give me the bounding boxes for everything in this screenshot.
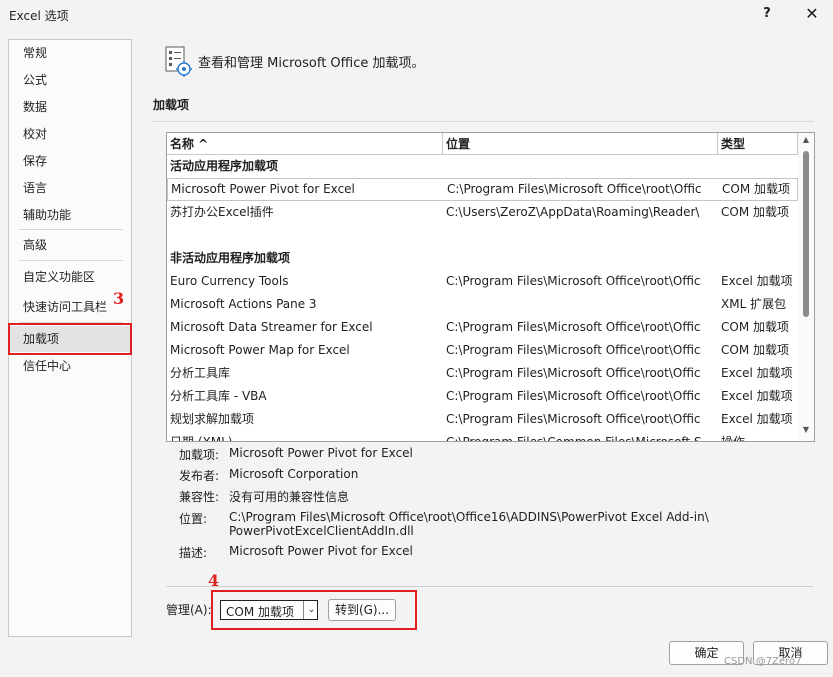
- detail-addin-value: Microsoft Power Pivot for Excel: [229, 446, 413, 460]
- detail-location-value-line2: PowerPivotExcelClientAddIn.dll: [229, 524, 414, 538]
- detail-publisher-value: Microsoft Corporation: [229, 467, 359, 481]
- detail-addin-label: 加载项:: [179, 448, 220, 462]
- close-button[interactable]: ✕: [798, 3, 826, 25]
- chevron-down-icon[interactable]: ⌄: [303, 601, 319, 619]
- cell-name: Microsoft Power Map for Excel: [170, 343, 350, 357]
- addin-list[interactable]: 名称 ^ 位置 类型 活动应用程序加载项 Microsoft Power Piv…: [166, 132, 815, 442]
- detail-compat-value: 没有可用的兼容性信息: [229, 490, 350, 504]
- sidebar-item-trust-center[interactable]: 信任中心: [23, 356, 71, 376]
- cell-type: Excel 加载项: [721, 412, 793, 426]
- table-row[interactable]: 苏打办公Excel插件 C:\Users\ZeroZ\AppData\Roami…: [167, 201, 798, 224]
- manage-divider: [166, 586, 813, 587]
- table-row[interactable]: 分析工具库 C:\Program Files\Microsoft Office\…: [167, 362, 798, 385]
- cell-location: C:\Program Files\Microsoft Office\root\O…: [446, 412, 701, 426]
- cell-type: COM 加载项: [721, 343, 789, 357]
- table-row[interactable]: Microsoft Power Map for Excel C:\Program…: [167, 339, 798, 362]
- sidebar-item-general[interactable]: 常规: [23, 43, 47, 63]
- scrollbar-thumb[interactable]: [803, 151, 809, 317]
- section-divider: [153, 121, 814, 122]
- group-header-inactive: 非活动应用程序加载项: [170, 251, 291, 265]
- addin-settings-icon: [164, 45, 194, 77]
- cell-name: Microsoft Actions Pane 3: [170, 297, 317, 311]
- sidebar-item-advanced[interactable]: 高级: [23, 235, 47, 255]
- scroll-down-arrow-icon[interactable]: ▼: [798, 425, 814, 439]
- detail-desc-value: Microsoft Power Pivot for Excel: [229, 544, 413, 558]
- table-row[interactable]: Microsoft Power Pivot for Excel C:\Progr…: [167, 178, 798, 201]
- table-row[interactable]: 日期 (XML) C:\Program Files\Common Files\M…: [167, 431, 798, 442]
- annotation-number-3: 3: [113, 289, 125, 308]
- table-row[interactable]: Microsoft Actions Pane 3 XML 扩展包: [167, 293, 798, 316]
- column-header-location[interactable]: 位置: [443, 133, 718, 155]
- cell-name: 分析工具库 - VBA: [170, 389, 267, 403]
- manage-label: 管理(A):: [166, 603, 212, 617]
- group-header-active: 活动应用程序加载项: [170, 159, 279, 173]
- cell-location: C:\Program Files\Microsoft Office\root\O…: [446, 343, 701, 357]
- detail-compat-label: 兼容性:: [179, 490, 220, 504]
- cell-location: C:\Program Files\Microsoft Office\root\O…: [447, 182, 702, 196]
- detail-location-value-line1: C:\Program Files\Microsoft Office\root\O…: [229, 510, 709, 524]
- column-header-name[interactable]: 名称 ^: [167, 133, 443, 155]
- section-title: 加载项: [153, 98, 190, 112]
- cell-name: 规划求解加载项: [170, 412, 255, 426]
- title-bar: Excel 选项 ? ✕: [0, 0, 833, 30]
- cell-location: C:\Program Files\Common Files\Microsoft …: [446, 435, 702, 442]
- manage-select-value: COM 加载项: [226, 605, 294, 619]
- help-button[interactable]: ?: [754, 3, 780, 25]
- cell-location: C:\Program Files\Microsoft Office\root\O…: [446, 389, 701, 403]
- cell-name: Microsoft Data Streamer for Excel: [170, 320, 373, 334]
- annotation-number-4: 4: [208, 571, 220, 590]
- cell-name: 分析工具库: [170, 366, 231, 380]
- table-row[interactable]: Euro Currency Tools C:\Program Files\Mic…: [167, 270, 798, 293]
- manage-select[interactable]: COM 加载项 ⌄: [220, 600, 318, 620]
- go-button[interactable]: 转到(G)...: [328, 599, 396, 621]
- cell-type: COM 加载项: [721, 320, 789, 334]
- annotation-box-addins: [8, 323, 132, 355]
- window-title: Excel 选项: [9, 9, 69, 23]
- watermark: CSDN @7Zero7: [724, 656, 802, 667]
- sidebar-item-quick-access-toolbar[interactable]: 快速访问工具栏: [23, 297, 107, 317]
- sidebar-item-formulas[interactable]: 公式: [23, 70, 47, 90]
- list-scrollbar[interactable]: ▲ ▼: [798, 133, 814, 441]
- cell-name: Euro Currency Tools: [170, 274, 289, 288]
- cell-location: C:\Program Files\Microsoft Office\root\O…: [446, 320, 701, 334]
- cell-type: COM 加载项: [722, 182, 790, 196]
- sidebar-divider: [19, 260, 123, 261]
- cell-location: C:\Users\ZeroZ\AppData\Roaming\Reader\: [446, 205, 700, 219]
- detail-desc-label: 描述:: [179, 546, 208, 560]
- sidebar-item-accessibility[interactable]: 辅助功能: [23, 205, 71, 225]
- sidebar-item-customize-ribbon[interactable]: 自定义功能区: [23, 267, 95, 287]
- table-row[interactable]: 规划求解加载项 C:\Program Files\Microsoft Offic…: [167, 408, 798, 431]
- cell-name: Microsoft Power Pivot for Excel: [171, 182, 355, 196]
- cell-location: C:\Program Files\Microsoft Office\root\O…: [446, 366, 701, 380]
- page-header-text: 查看和管理 Microsoft Office 加载项。: [198, 56, 425, 71]
- sidebar-item-proofing[interactable]: 校对: [23, 124, 47, 144]
- sidebar-item-save[interactable]: 保存: [23, 151, 47, 171]
- cell-type: XML 扩展包: [721, 297, 787, 311]
- cell-name: 苏打办公Excel插件: [170, 205, 274, 219]
- cell-type: Excel 加载项: [721, 366, 793, 380]
- sidebar-item-language[interactable]: 语言: [23, 178, 47, 198]
- column-header-type[interactable]: 类型: [718, 133, 798, 155]
- table-row[interactable]: 分析工具库 - VBA C:\Program Files\Microsoft O…: [167, 385, 798, 408]
- sidebar-item-data[interactable]: 数据: [23, 97, 47, 117]
- cell-type: Excel 加载项: [721, 389, 793, 403]
- detail-location-label: 位置:: [179, 512, 208, 526]
- cell-type: COM 加载项: [721, 205, 789, 219]
- detail-publisher-label: 发布者:: [179, 469, 220, 483]
- sidebar-divider: [19, 229, 123, 230]
- scroll-up-arrow-icon[interactable]: ▲: [798, 135, 814, 149]
- cell-type: Excel 加载项: [721, 274, 793, 288]
- table-row[interactable]: Microsoft Data Streamer for Excel C:\Pro…: [167, 316, 798, 339]
- cell-type: 操作: [721, 435, 746, 442]
- cell-location: C:\Program Files\Microsoft Office\root\O…: [446, 274, 701, 288]
- cell-name: 日期 (XML): [170, 435, 233, 442]
